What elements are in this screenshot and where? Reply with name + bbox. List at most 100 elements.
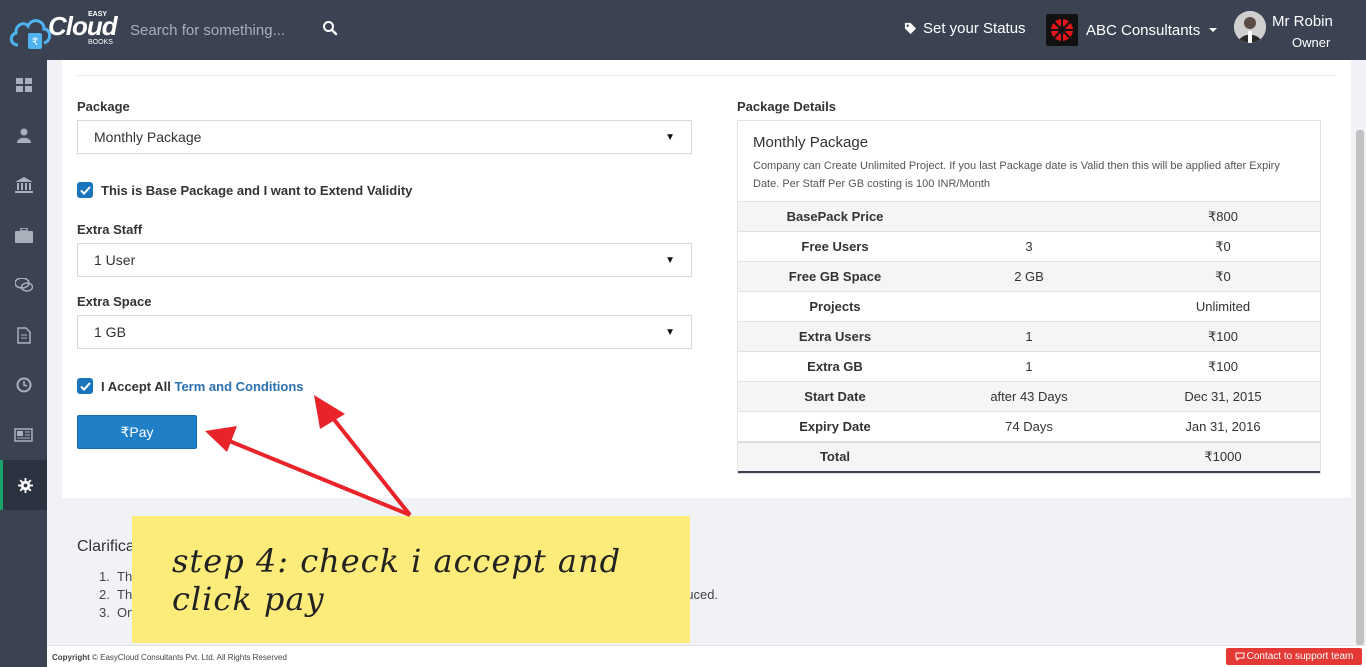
package-select[interactable]: Monthly Package ▼ bbox=[77, 120, 692, 154]
base-package-checkbox[interactable] bbox=[77, 182, 93, 198]
row-qty: 3 bbox=[932, 231, 1126, 262]
extra-staff-select[interactable]: 1 User ▼ bbox=[77, 243, 692, 277]
package-name: Monthly Package bbox=[753, 134, 869, 151]
list-item: 2. Th duced. bbox=[99, 587, 719, 602]
package-details-table: BasePack Price ₹800 Free Users 3 ₹0 Free GB S… bbox=[738, 201, 1320, 473]
terms-link[interactable]: Term and Conditions bbox=[174, 379, 303, 394]
row-label: BasePack Price bbox=[738, 201, 932, 232]
document-icon bbox=[16, 326, 31, 344]
user-role: Owner bbox=[1292, 35, 1331, 50]
set-status-label: Set your Status bbox=[923, 20, 1026, 37]
sidebar-item-projects[interactable] bbox=[0, 210, 47, 260]
search-icon[interactable] bbox=[322, 20, 342, 40]
clarifications-list: 1. Th 2. Th duced. 3. On bbox=[99, 568, 719, 622]
user-icon bbox=[16, 128, 31, 143]
sidebar-item-documents[interactable] bbox=[0, 310, 47, 360]
sidebar-item-settings[interactable] bbox=[0, 460, 47, 510]
company-name: ABC Consultants bbox=[1086, 21, 1201, 39]
row-value: Dec 31, 2015 bbox=[1126, 381, 1320, 412]
footer: Copyright © EasyCloud Consultants Pvt. L… bbox=[47, 645, 1366, 667]
total-label: Total bbox=[738, 440, 932, 473]
top-navbar: ₹ EASY Cloud BOOKS Set your Status ABC C… bbox=[0, 0, 1366, 60]
user-name: Mr Robin bbox=[1272, 13, 1333, 30]
easycloud-logo[interactable]: ₹ EASY Cloud BOOKS bbox=[8, 5, 126, 55]
extra-space-label: Extra Space bbox=[77, 294, 152, 309]
package-details-title: Package Details bbox=[737, 99, 837, 114]
avatar bbox=[1234, 11, 1266, 43]
sidebar-item-bank[interactable] bbox=[0, 160, 47, 210]
extra-staff-value: 1 User bbox=[94, 252, 136, 268]
row-label: Free GB Space bbox=[738, 261, 932, 292]
table-row: Start Date after 43 Days Dec 31, 2015 bbox=[738, 381, 1320, 412]
extra-space-value: 1 GB bbox=[94, 324, 126, 340]
total-row: Total ₹1000 bbox=[738, 440, 1320, 473]
logo-brand-text: Cloud bbox=[48, 11, 118, 41]
chevron-down-icon bbox=[1209, 28, 1218, 32]
sidebar-item-timesheet[interactable] bbox=[0, 360, 47, 410]
row-qty: 74 Days bbox=[932, 411, 1126, 442]
row-label: Extra GB bbox=[738, 351, 932, 382]
accept-terms-checkbox[interactable] bbox=[77, 378, 93, 394]
extra-space-select[interactable]: 1 GB ▼ bbox=[77, 315, 692, 349]
caret-down-icon: ▼ bbox=[665, 131, 675, 143]
tutorial-note: step 4: check i accept and click pay bbox=[132, 516, 690, 643]
sidebar-item-users[interactable] bbox=[0, 110, 47, 160]
base-package-checkbox-label: This is Base Package and I want to Exten… bbox=[101, 182, 413, 198]
table-row: Extra Users 1 ₹100 bbox=[738, 321, 1320, 352]
table-row: BasePack Price ₹800 bbox=[738, 201, 1320, 232]
list-item: 3. On bbox=[99, 605, 135, 620]
sidebar-item-messages[interactable] bbox=[0, 260, 47, 310]
base-package-checkbox-row[interactable]: This is Base Package and I want to Exten… bbox=[77, 182, 412, 198]
sidebar-item-dashboard[interactable] bbox=[0, 60, 47, 110]
caret-down-icon: ▼ bbox=[665, 254, 675, 266]
row-value: ₹100 bbox=[1126, 321, 1320, 352]
sidebar bbox=[0, 60, 47, 667]
contact-support-button[interactable]: Contact to support team bbox=[1226, 648, 1362, 665]
package-description: Company can Create Unlimited Project. If… bbox=[753, 160, 1280, 190]
tutorial-note-text: step 4: check i accept and click pay bbox=[172, 541, 622, 618]
row-qty: 2 GB bbox=[932, 261, 1126, 292]
user-menu[interactable]: Mr Robin Owner bbox=[1234, 11, 1359, 51]
table-row: Extra GB 1 ₹100 bbox=[738, 351, 1320, 382]
row-label: Expiry Date bbox=[738, 411, 932, 442]
table-row: Free Users 3 ₹0 bbox=[738, 231, 1320, 262]
accept-terms-row[interactable]: I Accept All Term and Conditions bbox=[77, 378, 304, 394]
row-label: Free Users bbox=[738, 231, 932, 262]
gear-icon bbox=[17, 477, 33, 493]
chat-icon bbox=[14, 278, 33, 292]
row-qty: 1 bbox=[932, 351, 1126, 382]
row-label: Projects bbox=[738, 291, 932, 322]
sidebar-item-reports[interactable] bbox=[0, 410, 47, 460]
bank-icon bbox=[14, 177, 33, 193]
table-row: Expiry Date 74 Days Jan 31, 2016 bbox=[738, 411, 1320, 442]
package-select-value: Monthly Package bbox=[94, 129, 202, 145]
company-switcher[interactable]: ABC Consultants bbox=[1046, 13, 1218, 47]
contact-support-label: Contact to support team bbox=[1246, 651, 1354, 662]
check-icon bbox=[79, 381, 91, 391]
package-details-panel: Monthly Package Company can Create Unlim… bbox=[737, 120, 1321, 474]
extra-staff-label: Extra Staff bbox=[77, 222, 143, 237]
copyright-bold: Copyright bbox=[52, 653, 90, 662]
row-label: Extra Users bbox=[738, 321, 932, 352]
newspaper-icon bbox=[14, 428, 33, 442]
accept-terms-label: I Accept All Term and Conditions bbox=[101, 379, 304, 394]
pay-button[interactable]: ₹Pay bbox=[77, 415, 197, 449]
row-value: Unlimited bbox=[1126, 291, 1320, 322]
company-logo bbox=[1046, 14, 1078, 46]
scrollbar[interactable] bbox=[1356, 130, 1364, 645]
cloud-logo-icon: ₹ bbox=[9, 19, 52, 49]
row-value: ₹100 bbox=[1126, 351, 1320, 382]
search-input[interactable] bbox=[130, 18, 310, 42]
clock-icon bbox=[16, 377, 31, 393]
divider bbox=[77, 75, 1336, 76]
svg-text:₹: ₹ bbox=[32, 37, 38, 48]
table-row: Projects Unlimited bbox=[738, 291, 1320, 322]
row-value: ₹0 bbox=[1126, 231, 1320, 262]
briefcase-icon bbox=[14, 227, 33, 243]
set-status-button[interactable]: Set your Status bbox=[904, 20, 1026, 37]
row-qty: 1 bbox=[932, 321, 1126, 352]
row-qty: after 43 Days bbox=[932, 381, 1126, 412]
row-qty bbox=[932, 291, 1126, 322]
logo-books-text: BOOKS bbox=[88, 39, 113, 46]
total-value: ₹1000 bbox=[1126, 440, 1320, 473]
